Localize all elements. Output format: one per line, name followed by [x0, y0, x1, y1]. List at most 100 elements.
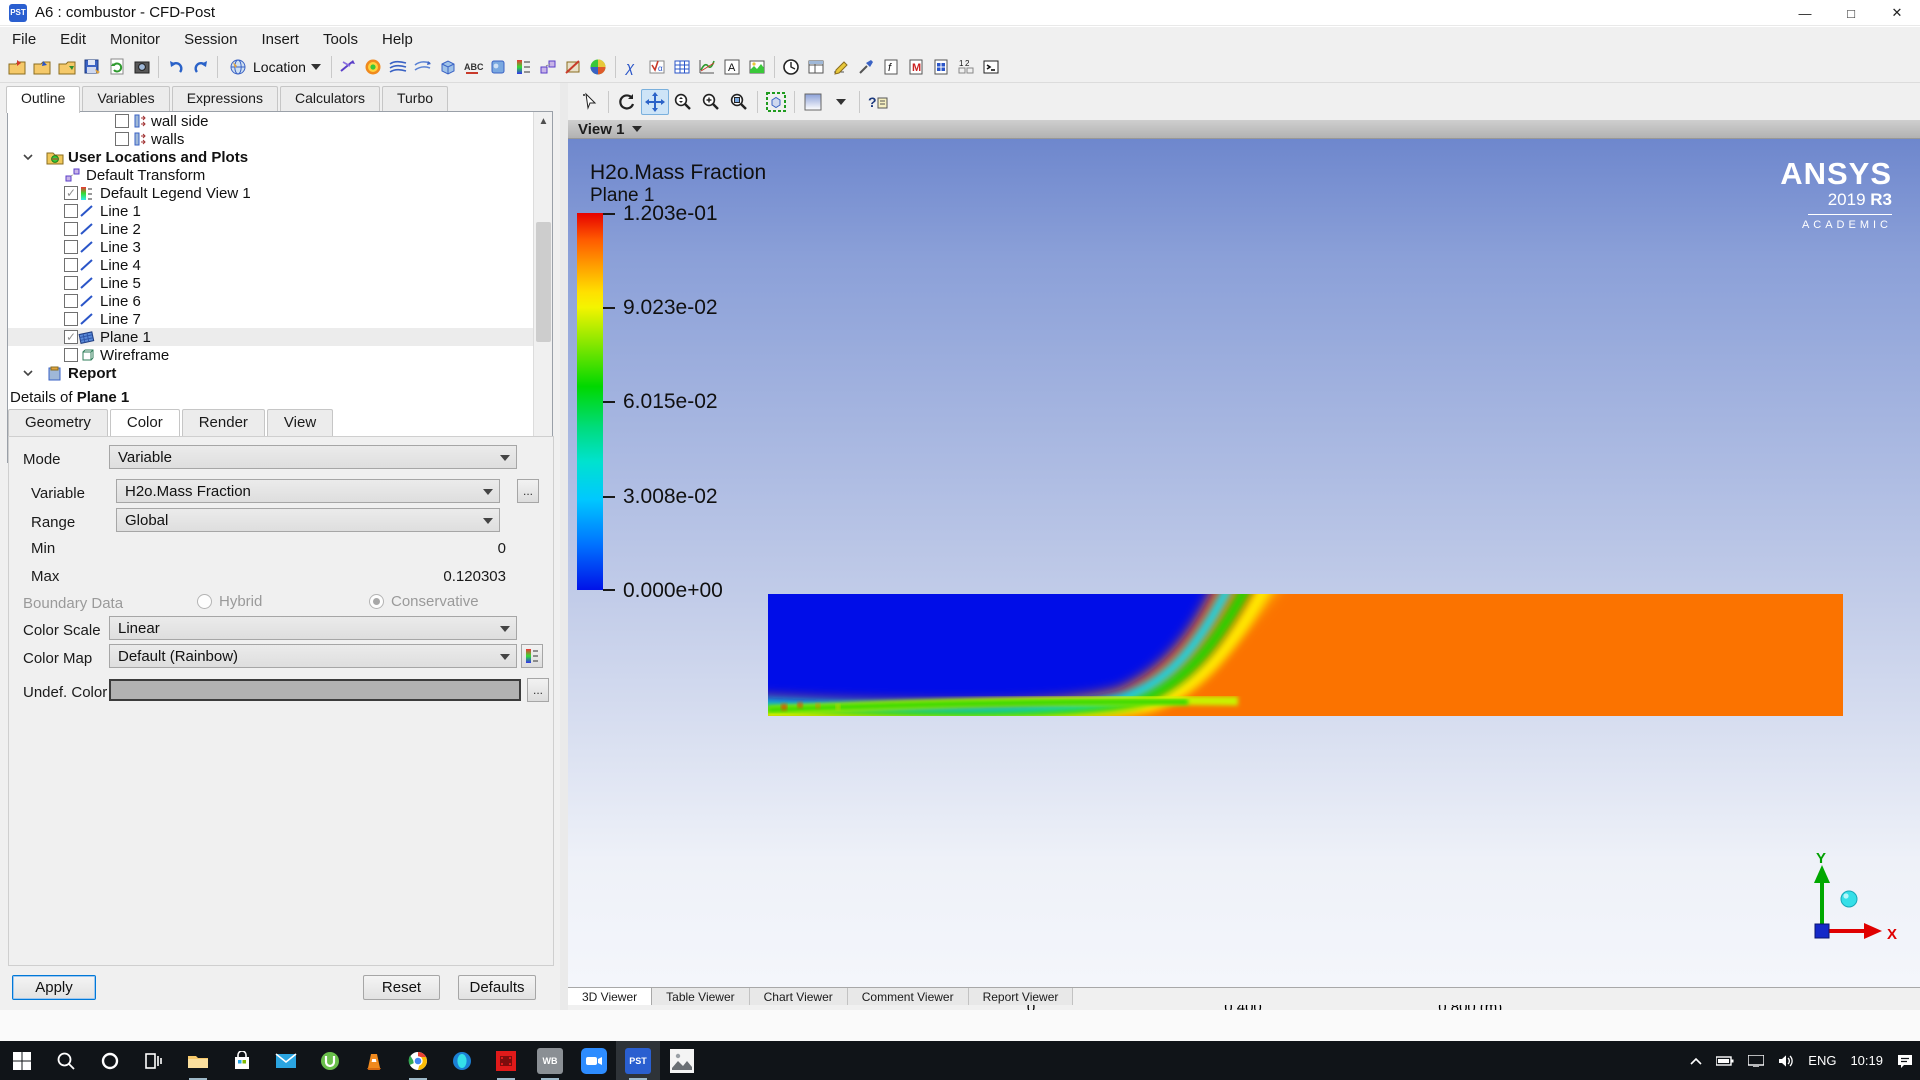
tree-item-default-legend[interactable]: ✓ Default Legend View 1	[8, 184, 552, 202]
timestep-selector-icon[interactable]	[804, 55, 829, 80]
tree-item-default-transform[interactable]: Default Transform	[8, 166, 552, 184]
tree-item-line-4[interactable]: Line 4	[8, 256, 552, 274]
pan-tool-icon[interactable]	[641, 89, 669, 115]
numbering-icon[interactable]: 12	[954, 55, 979, 80]
volume-icon[interactable]	[486, 55, 511, 80]
tab-outline[interactable]: Outline	[6, 86, 80, 113]
minimize-button[interactable]: —	[1782, 0, 1828, 26]
utorrent-icon[interactable]	[308, 1041, 352, 1080]
tab-3d-viewer[interactable]: 3D Viewer	[568, 988, 652, 1005]
tree-item-line-3[interactable]: Line 3	[8, 238, 552, 256]
menu-help[interactable]: Help	[370, 27, 425, 52]
maximize-button[interactable]: □	[1828, 0, 1874, 26]
menu-session[interactable]: Session	[172, 27, 249, 52]
tab-variables[interactable]: Variables	[82, 86, 169, 112]
instance-transform-icon[interactable]	[536, 55, 561, 80]
range-dropdown[interactable]: Global	[116, 508, 500, 532]
color-scale-dropdown[interactable]: Linear	[109, 616, 517, 640]
line1-checkbox[interactable]	[64, 204, 78, 218]
streamline2-icon[interactable]	[411, 55, 436, 80]
wall-side-checkbox[interactable]	[115, 114, 129, 128]
streamline-icon[interactable]	[386, 55, 411, 80]
tree-item-wall-side[interactable]: wall side	[8, 112, 552, 130]
timestep-clock-icon[interactable]	[779, 55, 804, 80]
zoom-box-tool-icon[interactable]	[725, 89, 753, 115]
text-label-icon[interactable]: ABC	[461, 55, 486, 80]
conservative-radio[interactable]	[369, 594, 384, 609]
contour-icon[interactable]	[361, 55, 386, 80]
calculator-icon[interactable]: α	[645, 55, 670, 80]
zoom-in-tool-icon[interactable]	[697, 89, 725, 115]
fit-view-icon[interactable]	[762, 89, 790, 115]
tree-item-line-7[interactable]: Line 7	[8, 310, 552, 328]
reset-button[interactable]: Reset	[363, 975, 440, 1000]
tab-table-viewer[interactable]: Table Viewer	[652, 988, 749, 1005]
collapse-chevron-icon[interactable]	[22, 367, 34, 379]
battery-icon[interactable]	[1709, 1041, 1741, 1080]
tree-item-line-2[interactable]: Line 2	[8, 220, 552, 238]
language-indicator[interactable]: ENG	[1801, 1041, 1843, 1080]
tree-item-line-1[interactable]: Line 1	[8, 202, 552, 220]
function-doc-icon[interactable]: f	[879, 55, 904, 80]
redo-icon[interactable]	[188, 55, 213, 80]
tab-view[interactable]: View	[267, 409, 333, 436]
plane1-checkbox[interactable]: ✓	[64, 330, 78, 344]
tree-item-plane-1[interactable]: ✓ Plane 1	[8, 328, 552, 346]
collapse-chevron-icon[interactable]	[22, 151, 34, 163]
tray-chevron-up-icon[interactable]	[1683, 1041, 1709, 1080]
colormap-icon[interactable]	[586, 55, 611, 80]
viewer-help-icon[interactable]: ?	[864, 89, 892, 115]
close-button[interactable]: ✕	[1874, 0, 1920, 26]
tree-item-report[interactable]: Report	[8, 364, 552, 382]
save-state-icon[interactable]	[79, 55, 104, 80]
cfd-post-taskbar-icon[interactable]: PST	[616, 1041, 660, 1080]
media-app-icon[interactable]	[484, 1041, 528, 1080]
expressions-icon[interactable]: χ	[620, 55, 645, 80]
color-map-dropdown[interactable]: Default (Rainbow)	[109, 644, 517, 668]
macro-doc-icon[interactable]: M	[904, 55, 929, 80]
menu-file[interactable]: File	[0, 27, 48, 52]
task-view-icon[interactable]	[132, 1041, 176, 1080]
panel-splitter[interactable]	[560, 83, 568, 1041]
tree-item-wireframe[interactable]: Wireframe	[8, 346, 552, 364]
wireframe-checkbox[interactable]	[64, 348, 78, 362]
search-icon[interactable]	[44, 1041, 88, 1080]
tab-geometry[interactable]: Geometry	[8, 409, 108, 436]
view-header[interactable]: View 1	[568, 120, 1920, 139]
menu-edit[interactable]: Edit	[48, 27, 98, 52]
clock[interactable]: 10:19	[1843, 1041, 1890, 1080]
quick-editor-icon[interactable]	[829, 55, 854, 80]
tree-item-walls[interactable]: walls	[8, 130, 552, 148]
tree-item-line-6[interactable]: Line 6	[8, 292, 552, 310]
tab-comment-viewer[interactable]: Comment Viewer	[848, 988, 969, 1005]
tab-report-viewer[interactable]: Report Viewer	[969, 988, 1074, 1005]
wb-app-icon[interactable]: WB	[528, 1041, 572, 1080]
scroll-up-icon[interactable]: ▲	[534, 112, 553, 130]
line4-checkbox[interactable]	[64, 258, 78, 272]
hybrid-radio[interactable]	[197, 594, 212, 609]
default-legend-checkbox[interactable]: ✓	[64, 186, 78, 200]
tree-scrollbar[interactable]: ▲ ▼	[533, 112, 552, 462]
line2-checkbox[interactable]	[64, 222, 78, 236]
speaker-icon[interactable]	[1771, 1041, 1801, 1080]
probe-icon[interactable]	[854, 55, 879, 80]
load-results-icon[interactable]	[4, 55, 29, 80]
defaults-button[interactable]: Defaults	[458, 975, 536, 1000]
cortana-icon[interactable]	[88, 1041, 132, 1080]
tree-item-user-locations[interactable]: User Locations and Plots	[8, 148, 552, 166]
walls-checkbox[interactable]	[115, 132, 129, 146]
opera-icon[interactable]	[440, 1041, 484, 1080]
menu-monitor[interactable]: Monitor	[98, 27, 172, 52]
zoom-tool-icon[interactable]	[669, 89, 697, 115]
comment-icon[interactable]: A	[720, 55, 745, 80]
tab-turbo[interactable]: Turbo	[382, 86, 448, 112]
mode-dropdown[interactable]: Variable	[109, 445, 517, 469]
color-map-edit-button[interactable]	[521, 644, 543, 668]
chart-icon[interactable]	[695, 55, 720, 80]
photos-icon[interactable]	[660, 1041, 704, 1080]
tab-render[interactable]: Render	[182, 409, 265, 436]
undo-icon[interactable]	[163, 55, 188, 80]
tree-item-line-5[interactable]: Line 5	[8, 274, 552, 292]
isosurface-icon[interactable]	[436, 55, 461, 80]
location-dropdown[interactable]: Location	[222, 55, 327, 79]
